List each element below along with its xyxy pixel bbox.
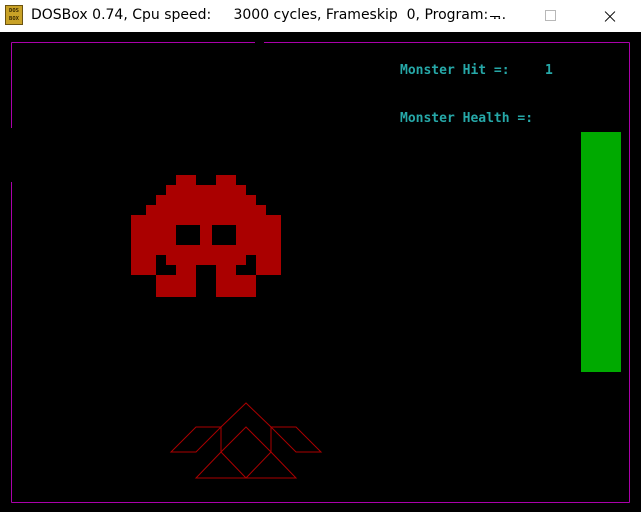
monster-pixel-block: [256, 255, 281, 265]
ship-right-wing: [269, 426, 323, 453]
monster-invader: [131, 175, 281, 297]
monster-pixel-block: [131, 225, 176, 235]
monster-pixel-block: [236, 225, 281, 235]
monster-health-label: Monster Health =:: [400, 111, 534, 126]
minimize-button[interactable]: [472, 0, 518, 32]
window-title: DOSBox 0.74, Cpu speed: 3000 cycles, Fra…: [31, 7, 507, 23]
monster-pixel-block: [176, 265, 196, 275]
monster-health-bar: [581, 132, 621, 372]
monster-pixel-block: [146, 205, 266, 215]
maximize-button[interactable]: [528, 0, 574, 32]
monster-pixel-block: [131, 245, 281, 255]
ship-left-wing: [169, 426, 223, 453]
monster-pixel-block: [256, 265, 281, 275]
monster-hit-value: 1: [545, 63, 553, 78]
app-icon-text-top: DOS: [9, 8, 19, 14]
ship-inner-chevron: [220, 426, 272, 453]
monster-pixel-block: [156, 275, 196, 285]
monster-pixel-block: [131, 215, 281, 225]
monster-hit-label: Monster Hit =:: [400, 63, 510, 78]
monster-pixel-block: [131, 265, 156, 275]
monster-pixel-block: [216, 175, 236, 185]
monster-pixel-block: [200, 225, 212, 235]
monster-pixel-block: [216, 275, 256, 285]
ship-tail: [220, 451, 272, 479]
game-playfield: [11, 42, 630, 503]
monster-pixel-block: [216, 265, 236, 275]
game-screen[interactable]: Monster Hit =: 1 Monster Health =:: [0, 32, 641, 512]
monster-pixel-block: [166, 185, 246, 195]
monster-pixel-block: [156, 195, 256, 205]
monster-pixel-block: [131, 235, 176, 245]
dosbox-app-icon: DOS BOX: [5, 5, 23, 25]
window-titlebar[interactable]: DOS BOX DOSBox 0.74, Cpu speed: 3000 cyc…: [0, 0, 641, 32]
monster-pixel-block: [131, 255, 156, 265]
app-icon-text-bottom: BOX: [9, 16, 19, 22]
ship-body: [194, 402, 298, 479]
monster-pixel-block: [176, 175, 196, 185]
monster-pixel-block: [216, 285, 256, 297]
monster-pixel-block: [200, 235, 212, 245]
player-ship: [169, 402, 323, 479]
playfield-border: [11, 42, 630, 503]
monster-pixel-block: [156, 285, 196, 297]
close-button[interactable]: [586, 0, 632, 32]
monster-pixel-block: [236, 235, 281, 245]
monster-pixel-block: [166, 255, 246, 265]
